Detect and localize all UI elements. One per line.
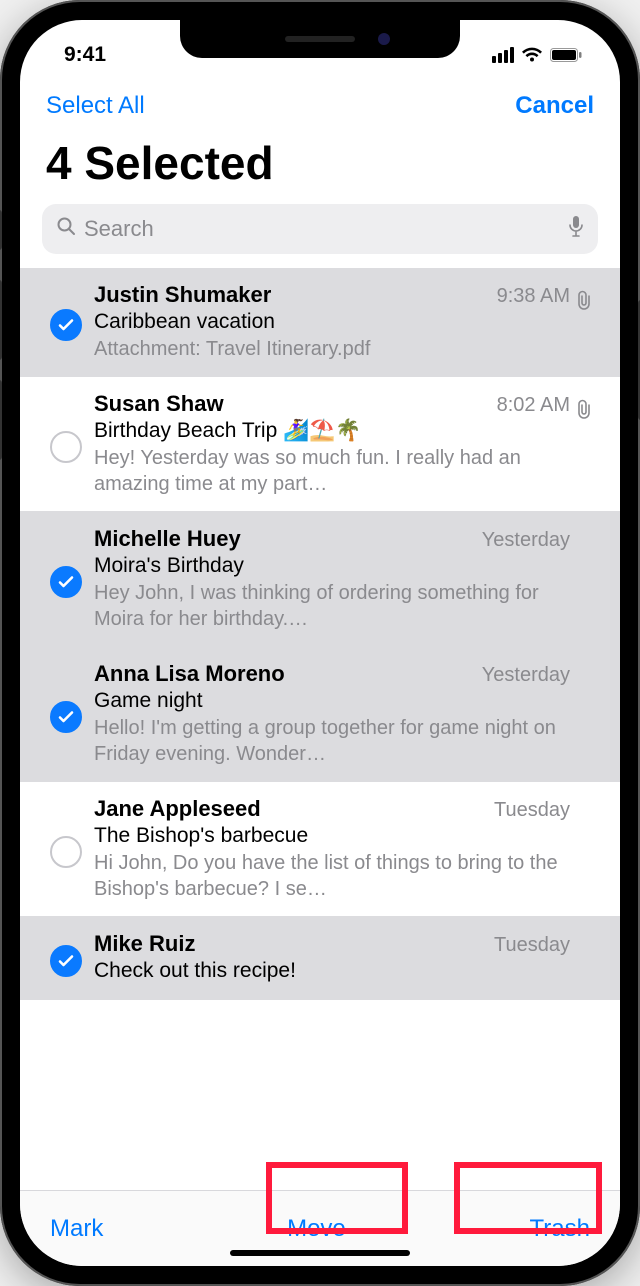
row-checkbox[interactable] [38, 796, 94, 902]
search-input[interactable] [84, 216, 560, 242]
nav-bar: Select All Cancel [20, 76, 620, 130]
screen: 9:41 Select All Cancel 4 Selected [20, 20, 620, 1266]
sender-name: Anna Lisa Moreno [94, 661, 285, 687]
mark-button[interactable]: Mark [50, 1215, 103, 1243]
side-button [0, 380, 2, 460]
sender-name: Susan Shaw [94, 391, 224, 417]
subject: Game night [94, 689, 570, 713]
subject: Caribbean vacation [94, 310, 570, 334]
subject: Birthday Beach Trip 🏄‍♀️⛱️🌴 [94, 419, 570, 443]
empty-circle-icon[interactable] [50, 836, 82, 868]
row-checkbox[interactable] [38, 931, 94, 985]
preview-text: Hey John, I was thinking of ordering som… [94, 580, 570, 632]
paperclip-icon [575, 290, 593, 315]
subject: Moira's Birthday [94, 554, 570, 578]
cellular-icon [492, 47, 514, 63]
timestamp: 9:38 AM [497, 285, 570, 308]
sender-name: Michelle Huey [94, 526, 241, 552]
row-checkbox[interactable] [38, 526, 94, 632]
timestamp: Yesterday [482, 664, 570, 687]
subject: The Bishop's barbecue [94, 824, 570, 848]
side-button [0, 210, 2, 250]
attachment-indicator [570, 282, 598, 362]
checkmark-icon[interactable] [50, 566, 82, 598]
email-row[interactable]: Susan Shaw 8:02 AMBirthday Beach Trip 🏄‍♀… [20, 377, 620, 512]
checkmark-icon[interactable] [50, 309, 82, 341]
empty-circle-icon[interactable] [50, 431, 82, 463]
row-content: Justin Shumaker 9:38 AMCaribbean vacation… [94, 282, 570, 362]
status-time: 9:41 [64, 43, 106, 67]
subject: Check out this recipe! [94, 959, 570, 983]
sender-name: Justin Shumaker [94, 282, 271, 308]
sender-name: Jane Appleseed [94, 796, 261, 822]
timestamp: Yesterday [482, 529, 570, 552]
sender-name: Mike Ruiz [94, 931, 195, 957]
preview-text: Hello! I'm getting a group together for … [94, 715, 570, 767]
attachment-indicator [570, 796, 598, 902]
email-row[interactable]: Mike Ruiz TuesdayCheck out this recipe! [20, 917, 620, 1000]
checkmark-icon[interactable] [50, 945, 82, 977]
email-row[interactable]: Anna Lisa Moreno YesterdayGame nightHello… [20, 647, 620, 782]
trash-button[interactable]: Trash [530, 1215, 590, 1243]
checkmark-icon[interactable] [50, 701, 82, 733]
row-content: Mike Ruiz TuesdayCheck out this recipe! [94, 931, 570, 985]
cancel-button[interactable]: Cancel [515, 92, 594, 120]
timestamp: Tuesday [494, 799, 570, 822]
dictation-icon[interactable] [568, 215, 584, 243]
row-checkbox[interactable] [38, 391, 94, 497]
page-title: 4 Selected [20, 130, 620, 204]
preview-text: Hi John, Do you have the list of things … [94, 850, 570, 902]
status-indicators [492, 47, 582, 63]
row-checkbox[interactable] [38, 661, 94, 767]
email-row[interactable]: Justin Shumaker 9:38 AMCaribbean vacation… [20, 268, 620, 377]
timestamp: 8:02 AM [497, 394, 570, 417]
email-row[interactable]: Jane Appleseed TuesdayThe Bishop's barbec… [20, 782, 620, 917]
battery-icon [550, 48, 582, 62]
phone-frame: 9:41 Select All Cancel 4 Selected [0, 0, 640, 1286]
attachment-indicator [570, 661, 598, 767]
row-checkbox[interactable] [38, 282, 94, 362]
row-content: Anna Lisa Moreno YesterdayGame nightHello… [94, 661, 570, 767]
timestamp: Tuesday [494, 934, 570, 957]
notch [180, 20, 460, 58]
row-content: Jane Appleseed TuesdayThe Bishop's barbec… [94, 796, 570, 902]
attachment-indicator [570, 526, 598, 632]
row-content: Susan Shaw 8:02 AMBirthday Beach Trip 🏄‍♀… [94, 391, 570, 497]
move-button[interactable]: Move [287, 1215, 346, 1243]
paperclip-icon [575, 399, 593, 424]
email-list[interactable]: Justin Shumaker 9:38 AMCaribbean vacation… [20, 268, 620, 1190]
home-indicator[interactable] [230, 1250, 410, 1256]
side-button [0, 280, 2, 360]
preview-text: Attachment: Travel Itinerary.pdf [94, 336, 570, 362]
select-all-button[interactable]: Select All [46, 92, 145, 120]
wifi-icon [521, 47, 543, 63]
attachment-indicator [570, 931, 598, 985]
row-content: Michelle Huey YesterdayMoira's BirthdayHe… [94, 526, 570, 632]
search-field[interactable] [42, 204, 598, 254]
preview-text: Hey! Yesterday was so much fun. I really… [94, 445, 570, 497]
email-row[interactable]: Michelle Huey YesterdayMoira's BirthdayHe… [20, 512, 620, 647]
attachment-indicator [570, 391, 598, 497]
search-icon [56, 216, 76, 242]
